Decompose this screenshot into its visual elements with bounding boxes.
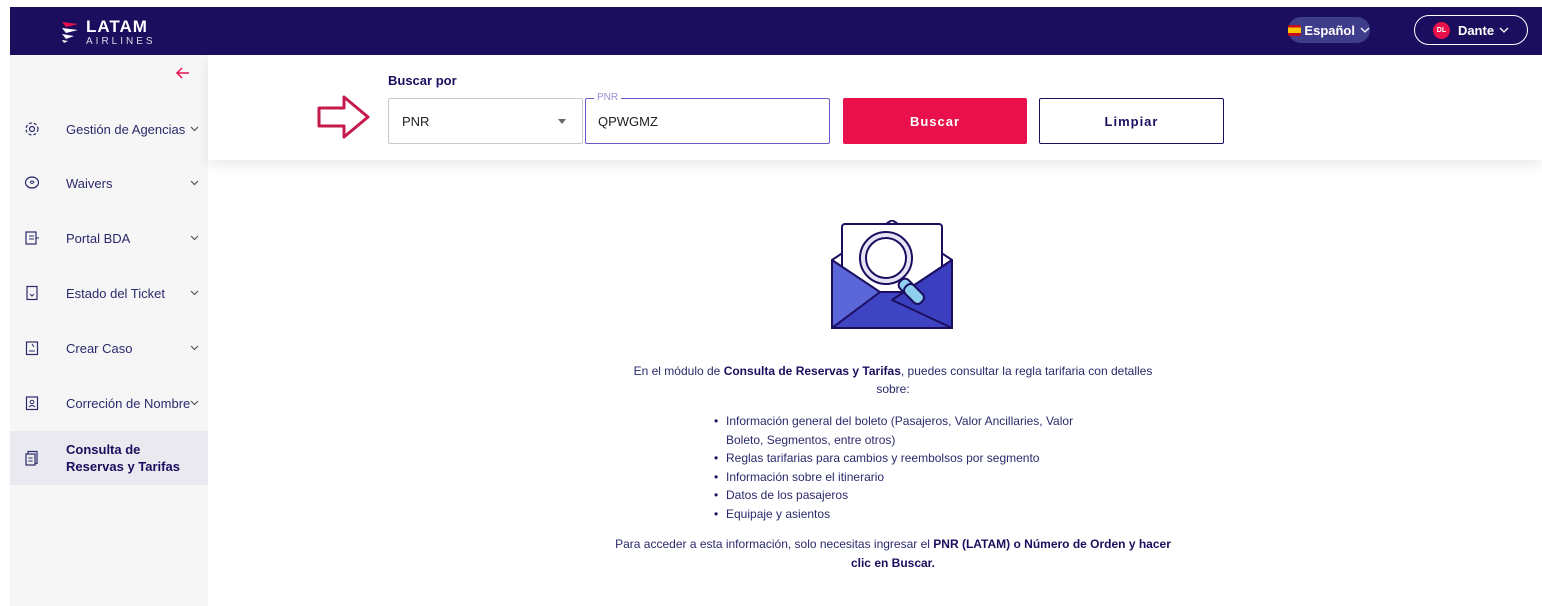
search-button[interactable]: Buscar [843, 98, 1027, 144]
language-label: Español [1304, 22, 1355, 38]
clipboard-icon [24, 340, 40, 356]
chevron-down-icon [1499, 24, 1509, 36]
ticket-icon [24, 285, 40, 301]
chevron-down-icon [190, 124, 199, 135]
list-item: Datos de los pasajeros [710, 486, 1110, 505]
sidebar-item-label: Waivers [66, 175, 113, 191]
document-list-icon [24, 230, 40, 246]
sidebar-item-waivers[interactable]: Waivers [10, 159, 208, 207]
collapse-sidebar-arrow-icon[interactable] [175, 63, 190, 84]
sidebar-item-portal-bda[interactable]: Portal BDA [10, 214, 208, 262]
avatar: DL [1432, 21, 1450, 39]
pnr-field-label: PNR [594, 92, 622, 103]
gear-icon [24, 121, 40, 137]
sidebar-item-label: Gestión de Agencias [66, 121, 186, 137]
search-by-label: Buscar por [388, 73, 457, 88]
red-arrow-pointer-icon [316, 93, 372, 141]
user-menu-button[interactable]: DL Dante [1414, 15, 1528, 45]
info-intro-suffix: , puedes consultar la regla tarifaria co… [876, 364, 1153, 396]
search-type-value: PNR [402, 113, 430, 129]
info-intro-module-name: Consulta de Reservas y Tarifas [723, 364, 901, 378]
search-type-select[interactable]: PNR [388, 98, 583, 144]
chevron-down-icon [190, 233, 199, 244]
sidebar-item-crear-caso[interactable]: Crear Caso [10, 324, 208, 372]
id-badge-icon [24, 395, 40, 411]
sidebar-item-label: Portal BDA [66, 230, 131, 246]
sidebar-item-label: Correción de Nombre [66, 395, 191, 411]
info-bullet-list: Información general del boleto (Pasajero… [710, 412, 1110, 524]
page-edge [0, 0, 10, 606]
info-footer: Para acceder a esta información, solo ne… [610, 535, 1176, 573]
list-item: Equipaje y asientos [710, 505, 1110, 524]
dropdown-caret-icon [558, 119, 566, 124]
sidebar-item-gestion-agencias[interactable]: Gestión de Agencias [10, 105, 208, 153]
chevron-down-icon [190, 343, 199, 354]
list-item: Información sobre el itinerario [710, 468, 1110, 487]
info-intro-prefix: En el módulo de [633, 364, 724, 378]
sidebar: Gestión de Agencias Waivers Portal BDA E… [10, 55, 208, 606]
info-intro: En el módulo de Consulta de Reservas y T… [630, 362, 1156, 398]
sidebar-item-label: Crear Caso [66, 340, 133, 356]
list-item: Reglas tarifarias para cambios y reembol… [710, 449, 1110, 468]
chevron-down-icon [190, 288, 199, 299]
latam-logo[interactable]: LATAM AIRLINES [60, 12, 156, 52]
clear-button[interactable]: Limpiar [1039, 98, 1224, 144]
sidebar-item-consulta-reservas[interactable]: Consulta de Reservas y Tarifas [10, 431, 208, 485]
logo-subtitle: AIRLINES [86, 35, 156, 47]
sidebar-item-label: Estado del Ticket [66, 285, 165, 301]
chevron-down-icon [1360, 24, 1370, 36]
logo-title: LATAM [86, 16, 148, 36]
user-name: Dante [1457, 22, 1495, 38]
sidebar-item-correcion-nombre[interactable]: Correción de Nombre [10, 379, 208, 427]
search-panel: Buscar por PNR PNR QPWGMZ Buscar Limpiar [208, 55, 1542, 160]
sidebar-item-estado-ticket[interactable]: Estado del Ticket [10, 269, 208, 317]
logo-mark-icon [60, 19, 80, 45]
chevron-down-icon [190, 398, 199, 409]
language-selector[interactable]: Español [1288, 17, 1370, 43]
receipt-icon [24, 450, 40, 466]
info-footer-prefix: Para acceder a esta información, solo ne… [615, 537, 934, 551]
sidebar-item-label: Consulta de Reservas y Tarifas [66, 442, 180, 474]
spain-flag-icon [1288, 24, 1302, 36]
pnr-input[interactable]: PNR QPWGMZ [585, 92, 830, 144]
heart-chat-icon [24, 175, 40, 191]
envelope-magnifier-illustration [828, 219, 956, 332]
top-header: LATAM AIRLINES Español DL Dante [10, 7, 1542, 55]
pnr-input-value: QPWGMZ [598, 114, 658, 129]
list-item: Información general del boleto (Pasajero… [710, 412, 1110, 449]
chevron-down-icon [190, 178, 199, 189]
